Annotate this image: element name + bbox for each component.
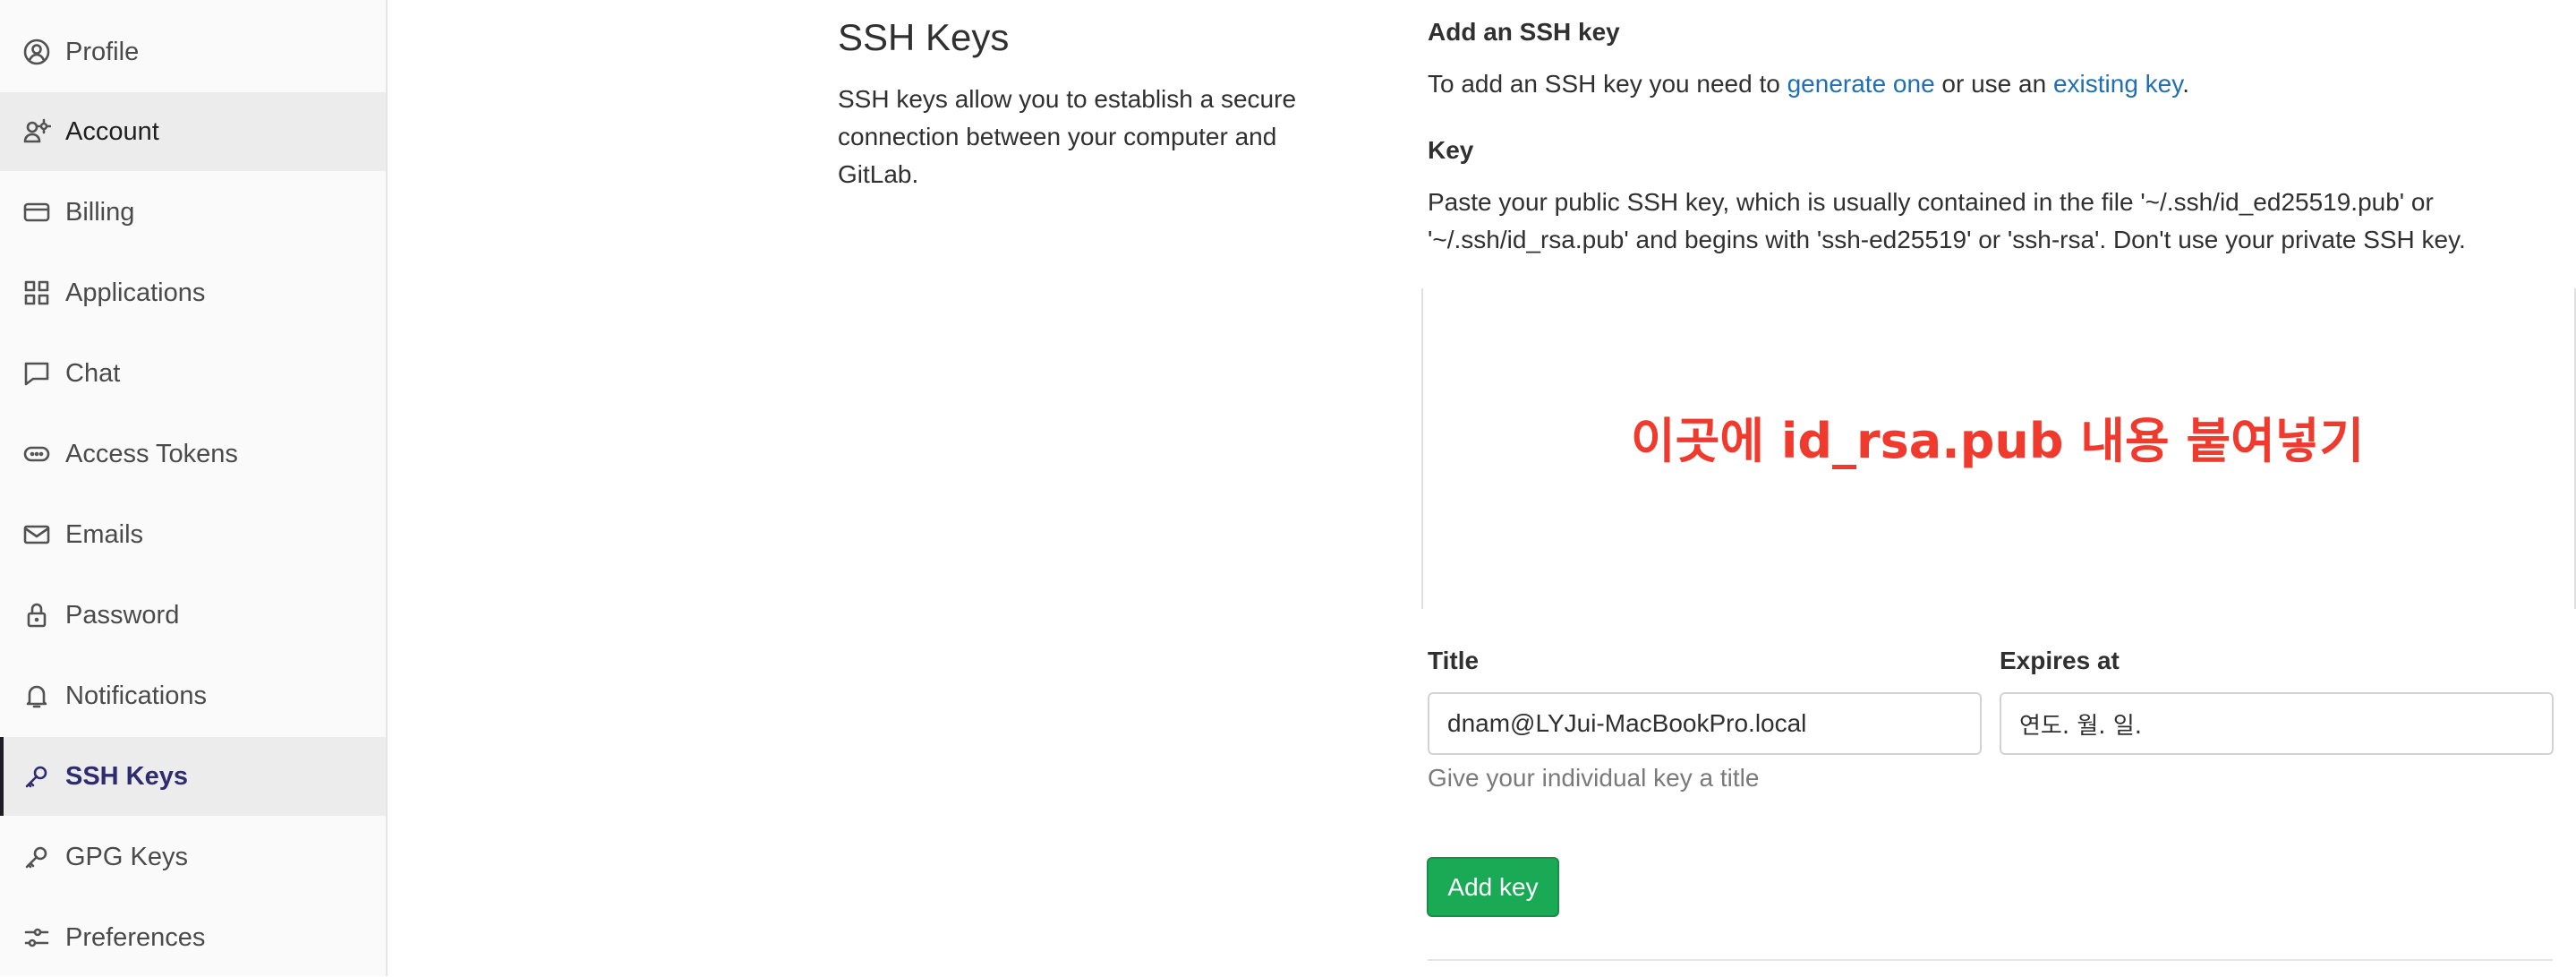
token-icon (22, 440, 51, 468)
intro-text: To add an SSH key you need to (1428, 70, 1787, 98)
account-icon (22, 117, 51, 146)
key-help-text: Paste your public SSH key, which is usua… (1428, 184, 2466, 259)
title-hint: Give your individual key a title (1428, 764, 1760, 792)
title-input[interactable]: dnam@LYJui-MacBookPro.local (1428, 692, 1982, 755)
sidebar-item-billing[interactable]: Billing (0, 173, 386, 252)
sidebar-item-label: Access Tokens (65, 439, 238, 468)
expires-label: Expires at (2000, 647, 2120, 674)
sidebar-item-label: Account (65, 116, 159, 146)
add-key-intro: To add an SSH key you need to generate o… (1428, 65, 2189, 103)
comment-icon (22, 359, 51, 388)
sidebar-item-label: Emails (65, 519, 144, 549)
profile-icon (22, 38, 51, 66)
bell-icon (22, 681, 51, 710)
title-label: Title (1428, 647, 1480, 674)
divider (1428, 959, 2553, 961)
intro-text: . (2182, 70, 2189, 98)
sidebar-item-label: Notifications (65, 681, 207, 710)
section-description: SSH keys allow you to establish a secure… (838, 85, 1297, 188)
sidebar-item-gpg-keys[interactable]: GPG Keys (0, 818, 386, 896)
key-help-line: Paste your public SSH key, which is usua… (1428, 188, 2434, 216)
preferences-icon (22, 923, 51, 952)
page-title: SSH Keys (838, 16, 1010, 58)
intro-text: or use an (1934, 70, 2053, 98)
lock-icon (22, 601, 51, 630)
expires-date-input[interactable]: 연도. 월. 일. (2000, 692, 2554, 755)
applications-grid-icon (22, 279, 51, 307)
sidebar-item-label: Preferences (65, 922, 206, 952)
key-icon (22, 843, 51, 871)
existing-key-link[interactable]: existing key (2053, 70, 2182, 98)
sidebar-item-password[interactable]: Password (0, 576, 386, 655)
key-icon (22, 762, 51, 791)
mail-icon (22, 520, 51, 549)
sidebar-item-label: Profile (65, 37, 140, 66)
key-label: Key (1428, 136, 1474, 164)
sidebar-item-profile[interactable]: Profile (0, 13, 386, 91)
sidebar-item-emails[interactable]: Emails (0, 495, 386, 574)
sidebar-item-preferences[interactable]: Preferences (0, 898, 386, 977)
sidebar-item-label: SSH Keys (65, 761, 189, 791)
key-help-line: '~/.ssh/id_rsa.pub' and begins with 'ssh… (1428, 226, 2466, 253)
sidebar-item-label: GPG Keys (65, 842, 188, 871)
sidebar-item-chat[interactable]: Chat (0, 334, 386, 413)
sidebar-item-label: Password (65, 600, 180, 630)
settings-sidebar: Profile Account Billing Applications Cha… (0, 0, 388, 976)
credit-card-icon (22, 198, 51, 227)
generate-one-link[interactable]: generate one (1787, 70, 1935, 98)
key-paste-annotation: 이곳에 id_rsa.pub 내용 붙여넣기 (1631, 413, 2365, 469)
sidebar-item-applications[interactable]: Applications (0, 253, 386, 332)
sidebar-item-account[interactable]: Account (0, 92, 386, 171)
add-key-heading: Add an SSH key (1428, 18, 1620, 46)
sidebar-item-label: Chat (65, 358, 121, 388)
sidebar-item-access-tokens[interactable]: Access Tokens (0, 415, 386, 493)
sidebar-item-label: Applications (65, 278, 206, 307)
sidebar-item-notifications[interactable]: Notifications (0, 656, 386, 735)
sidebar-item-ssh-keys[interactable]: SSH Keys (0, 737, 386, 816)
add-key-button[interactable]: Add key (1427, 857, 1559, 917)
sidebar-item-label: Billing (65, 197, 135, 227)
